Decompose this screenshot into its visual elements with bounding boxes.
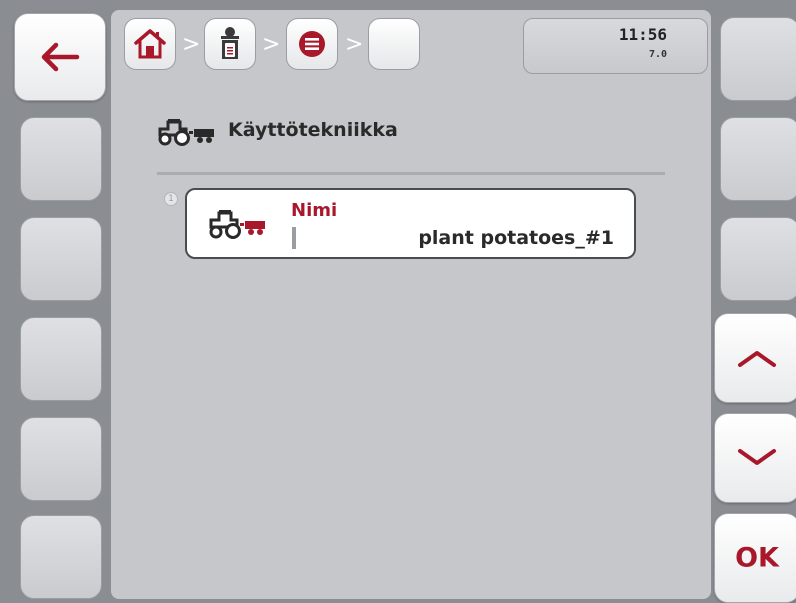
breadcrumb-menu[interactable] bbox=[286, 18, 338, 70]
softkey-left-5[interactable] bbox=[20, 417, 102, 501]
ok-button[interactable]: OK bbox=[714, 513, 796, 603]
softkey-right-2[interactable] bbox=[720, 117, 796, 201]
breadcrumb-separator: > bbox=[262, 32, 281, 57]
page-title: Käyttötekniikka bbox=[228, 119, 398, 141]
breadcrumb-separator: > bbox=[345, 32, 364, 57]
list-item[interactable]: Nimi plant potatoes_#1 bbox=[185, 188, 636, 259]
softkey-left-6[interactable] bbox=[20, 515, 102, 599]
softkey-left-3[interactable] bbox=[20, 217, 102, 301]
softkey-right-3[interactable] bbox=[720, 217, 796, 301]
clock-time: 11:56 bbox=[618, 25, 667, 44]
tractor-icon bbox=[158, 119, 214, 146]
page-title-row: Käyttötekniikka bbox=[156, 117, 456, 147]
tractor-icon bbox=[209, 210, 265, 239]
breadcrumb-current[interactable] bbox=[368, 18, 420, 70]
chevron-down-icon bbox=[738, 449, 776, 465]
back-button[interactable] bbox=[14, 13, 106, 101]
version-label: 7.0 bbox=[648, 49, 667, 60]
status-clock: 11:56 7.0 bbox=[523, 18, 708, 74]
softkey-left-2[interactable] bbox=[20, 117, 102, 201]
ok-label: OK bbox=[735, 542, 779, 574]
divider bbox=[157, 172, 665, 175]
softkey-left-4[interactable] bbox=[20, 317, 102, 401]
header-bar: > > > 11:56 7.0 bbox=[111, 10, 711, 84]
home-icon bbox=[134, 29, 166, 59]
scroll-up-button[interactable] bbox=[714, 313, 796, 403]
chevron-up-icon bbox=[738, 351, 776, 367]
breadcrumb-separator: > bbox=[182, 32, 201, 57]
operator-icon bbox=[221, 27, 239, 59]
arrow-left-icon bbox=[41, 42, 80, 72]
main-panel: Käyttötekniikka 1 Nimi plant potatoes_#1 bbox=[111, 84, 711, 599]
field-value: plant potatoes_#1 bbox=[418, 227, 614, 249]
field-marker bbox=[292, 227, 296, 249]
field-label: Nimi bbox=[291, 200, 338, 221]
scroll-down-button[interactable] bbox=[714, 413, 796, 503]
softkey-right-1[interactable] bbox=[720, 17, 796, 101]
menu-icon bbox=[299, 31, 325, 57]
list-item-index: 1 bbox=[164, 192, 178, 206]
breadcrumb-home[interactable] bbox=[124, 18, 176, 70]
breadcrumb-operator[interactable] bbox=[204, 18, 256, 70]
